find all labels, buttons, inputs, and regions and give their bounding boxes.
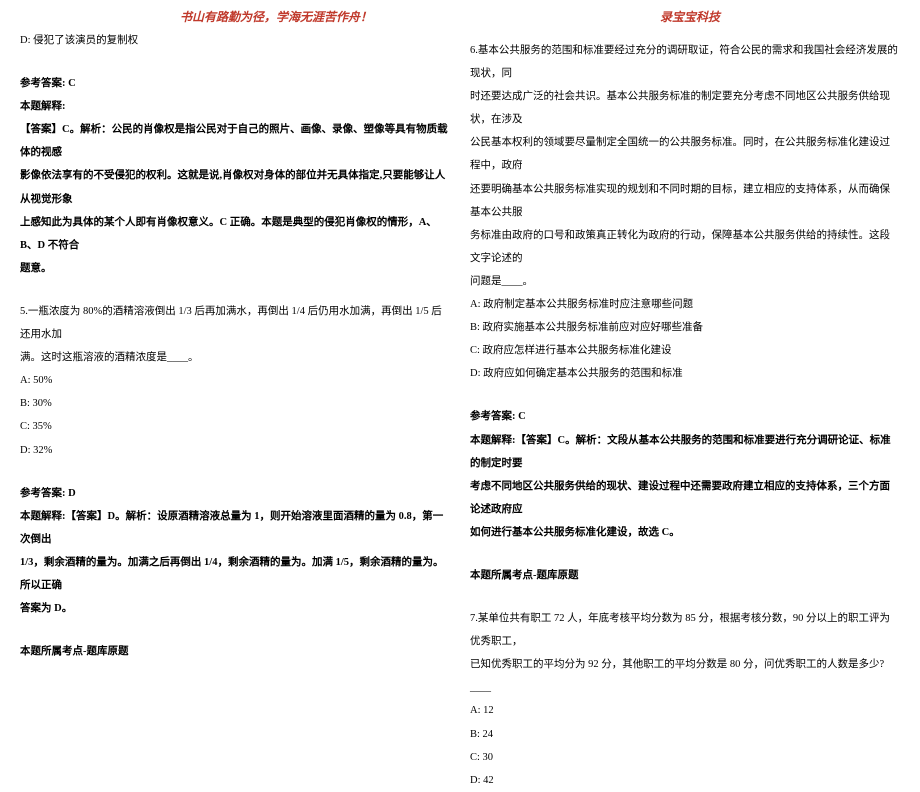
q6-line5: 务标准由政府的口号和政策真正转化为政府的行动，保障基本公共服务供给的持续性。这段…: [470, 224, 900, 270]
q5-stem-line1: 5.一瓶浓度为 80%的酒精溶液倒出 1/3 后再加满水，再倒出 1/4 后仍用…: [20, 300, 450, 346]
q7-option-a: A: 12: [470, 699, 900, 722]
q6-explain-line1: 本题解释:【答案】C。解析：文段从基本公共服务的范围和标准要进行充分调研论证、标…: [470, 429, 900, 475]
page-header: 书山有路勤为径，学海无涯苦作舟！ 录宝宝科技: [0, 0, 920, 29]
q6-answer: 参考答案: C: [470, 405, 900, 428]
q4-option-d: D: 侵犯了该演员的复制权: [20, 29, 450, 52]
q4-explain-line2: 影像依法享有的不受侵犯的权利。这就是说,肖像权对身体的部位并无具体指定,只要能够…: [20, 164, 450, 210]
header-motto: 书山有路勤为径，学海无涯苦作舟！: [180, 8, 372, 25]
header-brand: 录宝宝科技: [660, 8, 820, 25]
q7-line1: 7.某单位共有职工 72 人，年底考核平均分数为 85 分，根据考核分数，90 …: [470, 607, 900, 653]
q5-option-d: D: 32%: [20, 439, 450, 462]
q5-option-b: B: 30%: [20, 392, 450, 415]
left-column: D: 侵犯了该演员的复制权 参考答案: C 本题解释: 【答案】C。解析：公民的…: [20, 29, 450, 792]
q5-option-a: A: 50%: [20, 369, 450, 392]
q7-option-b: B: 24: [470, 723, 900, 746]
q6-line1: 6.基本公共服务的范围和标准要经过充分的调研取证，符合公民的需求和我国社会经济发…: [470, 39, 900, 85]
q5-option-c: C: 35%: [20, 415, 450, 438]
q4-explain-line3: 上感知此为具体的某个人即有肖像权意义。C 正确。本题是典型的侵犯肖像权的情形，A…: [20, 211, 450, 257]
q5-explain-line1: 本题解释:【答案】D。解析：设原酒精溶液总量为 1，则开始溶液里面酒精的量为 0…: [20, 505, 450, 551]
q6-line6: 问题是____。: [470, 270, 900, 293]
q6-option-a: A: 政府制定基本公共服务标准时应注意哪些问题: [470, 293, 900, 316]
q4-answer: 参考答案: C: [20, 72, 450, 95]
right-column: 6.基本公共服务的范围和标准要经过充分的调研取证，符合公民的需求和我国社会经济发…: [470, 29, 900, 792]
q6-explain-line3: 如何进行基本公共服务标准化建设，故选 C。: [470, 521, 900, 544]
q6-line2: 时还要达成广泛的社会共识。基本公共服务标准的制定要充分考虑不同地区公共服务供给现…: [470, 85, 900, 131]
q6-line3: 公民基本权利的领域要尽量制定全国统一的公共服务标准。同时，在公共服务标准化建设过…: [470, 131, 900, 177]
content-columns: D: 侵犯了该演员的复制权 参考答案: C 本题解释: 【答案】C。解析：公民的…: [0, 29, 920, 792]
q4-explain-line1: 【答案】C。解析：公民的肖像权是指公民对于自己的照片、画像、录像、塑像等具有物质…: [20, 118, 450, 164]
q5-explain-line2: 1/3，剩余酒精的量为。加满之后再倒出 1/4，剩余酒精的量为。加满 1/5，剩…: [20, 551, 450, 597]
q6-option-b: B: 政府实施基本公共服务标准前应对应好哪些准备: [470, 316, 900, 339]
q6-line4: 还要明确基本公共服务标准实现的规划和不同时期的目标，建立相应的支持体系，从而确保…: [470, 178, 900, 224]
q5-answer: 参考答案: D: [20, 482, 450, 505]
q7-line2: 已知优秀职工的平均分为 92 分，其他职工的平均分数是 80 分，问优秀职工的人…: [470, 653, 900, 699]
q6-topic: 本题所属考点-题库原题: [470, 564, 900, 587]
q6-option-d: D: 政府应如何确定基本公共服务的范围和标准: [470, 362, 900, 385]
q7-option-d: D: 42: [470, 769, 900, 792]
q4-explain-line4: 题意。: [20, 257, 450, 280]
q6-explain-line2: 考虑不同地区公共服务供给的现状、建设过程中还需要政府建立相应的支持体系，三个方面…: [470, 475, 900, 521]
q7-option-c: C: 30: [470, 746, 900, 769]
q6-option-c: C: 政府应怎样进行基本公共服务标准化建设: [470, 339, 900, 362]
q5-explain-line3: 答案为 D。: [20, 597, 450, 620]
q4-explain-title: 本题解释:: [20, 95, 450, 118]
q5-topic: 本题所属考点-题库原题: [20, 640, 450, 663]
q5-stem-line2: 满。这时这瓶溶液的酒精浓度是____。: [20, 346, 450, 369]
